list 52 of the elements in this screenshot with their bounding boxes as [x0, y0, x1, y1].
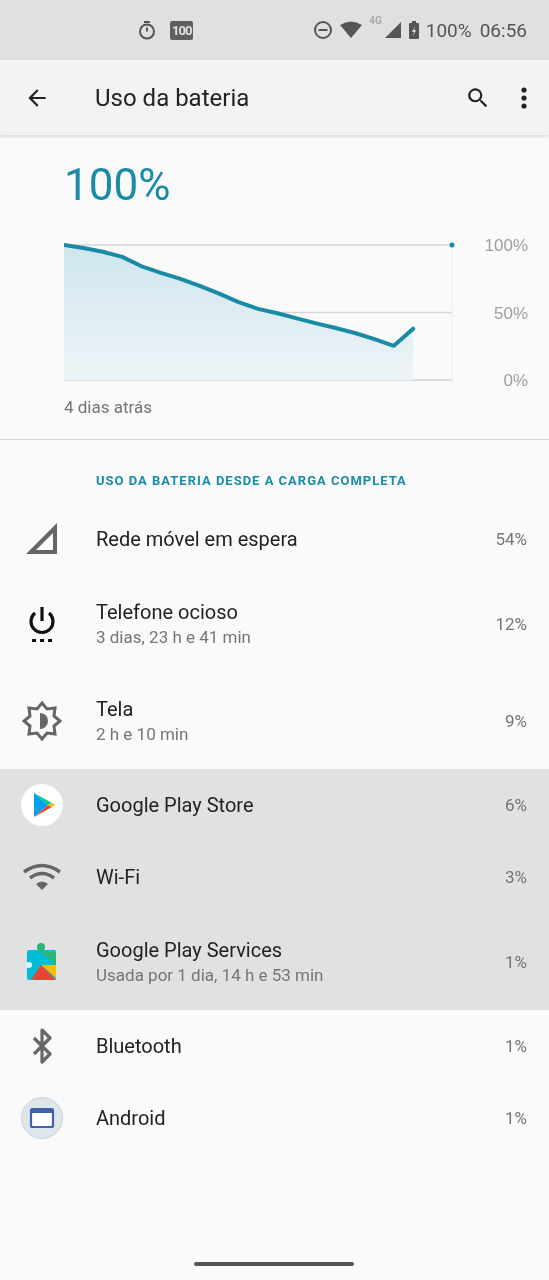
usage-percent: 1%	[505, 951, 528, 972]
usage-percent: 1%	[505, 1036, 528, 1056]
play-services-icon	[26, 942, 56, 980]
play-store-icon	[21, 784, 63, 826]
clock-time: 06:56	[479, 18, 527, 42]
more-options-icon[interactable]	[521, 85, 527, 110]
item-subtitle: Usada por 1 dia, 14 h e 53 min	[96, 965, 325, 985]
usage-row[interactable]: Tela 2 h e 10 min 9%	[0, 672, 549, 769]
window-icon	[21, 1097, 63, 1139]
item-title: Wi-Fi	[96, 865, 142, 889]
do-not-disturb-icon	[313, 20, 334, 40]
usage-row[interactable]: Rede móvel em espera 54%	[0, 503, 549, 575]
usage-row[interactable]: Google Play Services Usada por 1 dia, 14 h e 53 min 1%	[0, 913, 549, 1010]
signal-icon	[26, 523, 57, 554]
usage-percent: 9%	[505, 710, 528, 731]
axis-tick-label: 100%	[484, 237, 528, 255]
battery-level: 100%	[64, 163, 172, 207]
axis-tick-label: 0%	[503, 371, 528, 387]
wifi-icon	[23, 863, 61, 890]
signal-icon	[383, 21, 402, 39]
usage-percent: 12%	[495, 613, 528, 634]
charging-battery-icon	[407, 20, 420, 40]
timer-icon	[138, 20, 156, 40]
usage-percent: 3%	[505, 867, 528, 887]
usage-percent: 54%	[495, 529, 528, 549]
usage-percent: 6%	[505, 795, 528, 815]
section-header: USO DA BATERIA DESDE A CARGA COMPLETA	[95, 472, 408, 490]
usage-row[interactable]: Wi-Fi 3%	[0, 841, 549, 913]
item-subtitle: 3 dias, 23 h e 41 min	[96, 627, 252, 647]
item-title: Google Play Store	[96, 793, 255, 817]
item-title: Telefone ocioso	[96, 600, 239, 624]
wifi-icon	[339, 21, 364, 39]
item-title: Bluetooth	[96, 1034, 183, 1058]
usage-row[interactable]: Telefone ocioso 3 dias, 23 h e 41 min 12%	[0, 575, 549, 672]
item-title: Rede móvel em espera	[96, 527, 299, 551]
usage-percent: 1%	[505, 1108, 528, 1128]
item-subtitle: 2 h e 10 min	[96, 724, 190, 744]
battery-saver-badge: 100	[170, 20, 194, 40]
screen-title: Uso da bateria	[95, 83, 250, 112]
usage-row[interactable]: Google Play Store 6%	[0, 769, 549, 841]
item-title: Tela	[96, 697, 135, 721]
axis-tick-label: 50%	[493, 303, 528, 323]
item-title: Android	[96, 1106, 167, 1130]
usage-row[interactable]: Android 1%	[0, 1082, 549, 1154]
brightness-icon	[22, 700, 62, 741]
usage-row[interactable]: Bluetooth 1%	[0, 1010, 549, 1082]
axis-label: 4 dias atrás	[64, 397, 152, 417]
power-icon	[29, 606, 55, 642]
end-marker	[449, 242, 455, 248]
item-title: Google Play Services	[96, 938, 284, 962]
bluetooth-icon	[32, 1028, 52, 1064]
battery-percent: 100%	[425, 18, 472, 42]
